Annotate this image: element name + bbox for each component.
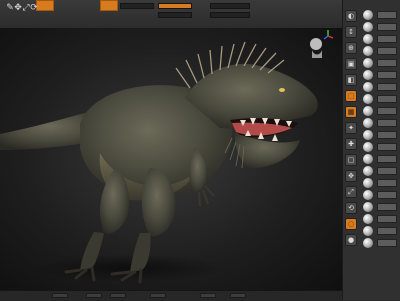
scroll-icon[interactable]: ↕	[345, 26, 357, 38]
brush-tile	[377, 119, 397, 127]
focal-shift-slider[interactable]	[210, 3, 250, 9]
brush-slot[interactable]	[361, 58, 399, 69]
scale-icon[interactable]: ⤢	[345, 186, 357, 198]
brush-sphere-icon	[363, 22, 373, 32]
rgb-intensity-slider[interactable]	[158, 3, 192, 9]
brush-slot[interactable]	[361, 130, 399, 141]
actual-icon[interactable]: ▣	[345, 58, 357, 70]
brush-tile	[377, 47, 397, 55]
brush-slot[interactable]	[361, 94, 399, 105]
move-icon[interactable]: ✥	[345, 170, 357, 182]
brush-tile	[377, 155, 397, 163]
rotate-tool-icon[interactable]: ⟳	[28, 2, 40, 14]
brush-sphere-icon	[363, 10, 373, 20]
brush-sphere-icon	[363, 34, 373, 44]
orientation-gizmo[interactable]	[302, 28, 336, 68]
brush-tile	[377, 143, 397, 151]
right-shelf: ◐ ↕ ⊕ ▣ ◧ ⬚ ▦ ✦ ✚ ▢ ✥ ⤢ ⟲ ◌ ●	[342, 0, 400, 300]
gizmo-icon	[310, 30, 334, 58]
brush-sphere-icon	[363, 214, 373, 224]
z-intensity-slider[interactable]	[158, 12, 192, 18]
zoom-icon[interactable]: ⊕	[345, 42, 357, 54]
brush-tile	[377, 179, 397, 187]
brush-slot[interactable]	[361, 166, 399, 177]
brush-sphere-icon	[363, 58, 373, 68]
rgb-mode-indicator[interactable]	[100, 0, 118, 11]
brush-tile	[377, 191, 397, 199]
status-field[interactable]	[230, 293, 246, 298]
brush-tile	[377, 83, 397, 91]
brush-slot[interactable]	[361, 10, 399, 21]
viewport-canvas[interactable]	[0, 28, 342, 290]
brush-slot[interactable]	[361, 202, 399, 213]
brush-sphere-icon	[363, 130, 373, 140]
status-field[interactable]	[150, 293, 166, 298]
brush-sphere-icon	[363, 106, 373, 116]
brush-sphere-icon	[363, 226, 373, 236]
brush-tile	[377, 71, 397, 79]
brush-slot[interactable]	[361, 226, 399, 237]
brush-slot[interactable]	[361, 82, 399, 93]
bpr-icon[interactable]: ◐	[345, 10, 357, 22]
brush-tile	[377, 35, 397, 43]
brush-tile	[377, 203, 397, 211]
brush-tile	[377, 107, 397, 115]
brush-tile	[377, 131, 397, 139]
draw-size-slider[interactable]	[210, 12, 250, 18]
brush-sphere-icon	[363, 70, 373, 80]
aahalf-icon[interactable]: ◧	[345, 74, 357, 86]
brush-tile	[377, 227, 397, 235]
brush-tile	[377, 239, 397, 247]
brush-slot[interactable]	[361, 34, 399, 45]
rotate-icon[interactable]: ⟲	[345, 202, 357, 214]
brush-sphere-icon	[363, 82, 373, 92]
mrgb-slider[interactable]	[120, 3, 154, 9]
brush-slot[interactable]	[361, 118, 399, 129]
brush-sphere-icon	[363, 190, 373, 200]
brush-slot[interactable]	[361, 214, 399, 225]
brush-sphere-icon	[363, 46, 373, 56]
top-toolbar: ✎ ✥ ⤢ ⟳	[0, 0, 400, 29]
brush-sphere-icon	[363, 118, 373, 128]
dinosaur-model	[0, 41, 318, 284]
xyz-icon[interactable]: ✚	[345, 138, 357, 150]
brush-tile	[377, 11, 397, 19]
brush-sphere-icon	[363, 166, 373, 176]
transp-icon[interactable]: ◌	[345, 218, 357, 230]
brush-slot[interactable]	[361, 190, 399, 201]
bottom-status-bar	[0, 290, 342, 301]
frame-icon[interactable]: ▢	[345, 154, 357, 166]
brush-slot[interactable]	[361, 106, 399, 117]
brush-tile	[377, 95, 397, 103]
brush-sphere-icon	[363, 94, 373, 104]
local-icon[interactable]: ✦	[345, 122, 357, 134]
status-field[interactable]	[86, 293, 102, 298]
brush-tile	[377, 215, 397, 223]
brush-sphere-icon	[363, 142, 373, 152]
brush-slot[interactable]	[361, 22, 399, 33]
brush-tile	[377, 23, 397, 31]
floor-icon[interactable]: ▦	[345, 106, 357, 118]
brush-sphere-icon	[363, 154, 373, 164]
brush-slot[interactable]	[361, 178, 399, 189]
status-field[interactable]	[110, 293, 126, 298]
brush-slot[interactable]	[361, 154, 399, 165]
brush-slot[interactable]	[361, 142, 399, 153]
brush-slot[interactable]	[361, 46, 399, 57]
brush-slot[interactable]	[361, 238, 399, 249]
brush-sphere-icon	[363, 202, 373, 212]
persp-icon[interactable]: ⬚	[345, 90, 357, 102]
brush-slot[interactable]	[361, 70, 399, 81]
brush-sphere-icon	[363, 178, 373, 188]
brush-tile	[377, 59, 397, 67]
status-field[interactable]	[52, 293, 68, 298]
brush-sphere-icon	[363, 238, 373, 248]
brush-tile	[377, 167, 397, 175]
solo-icon[interactable]: ●	[345, 234, 357, 246]
status-field[interactable]	[200, 293, 216, 298]
